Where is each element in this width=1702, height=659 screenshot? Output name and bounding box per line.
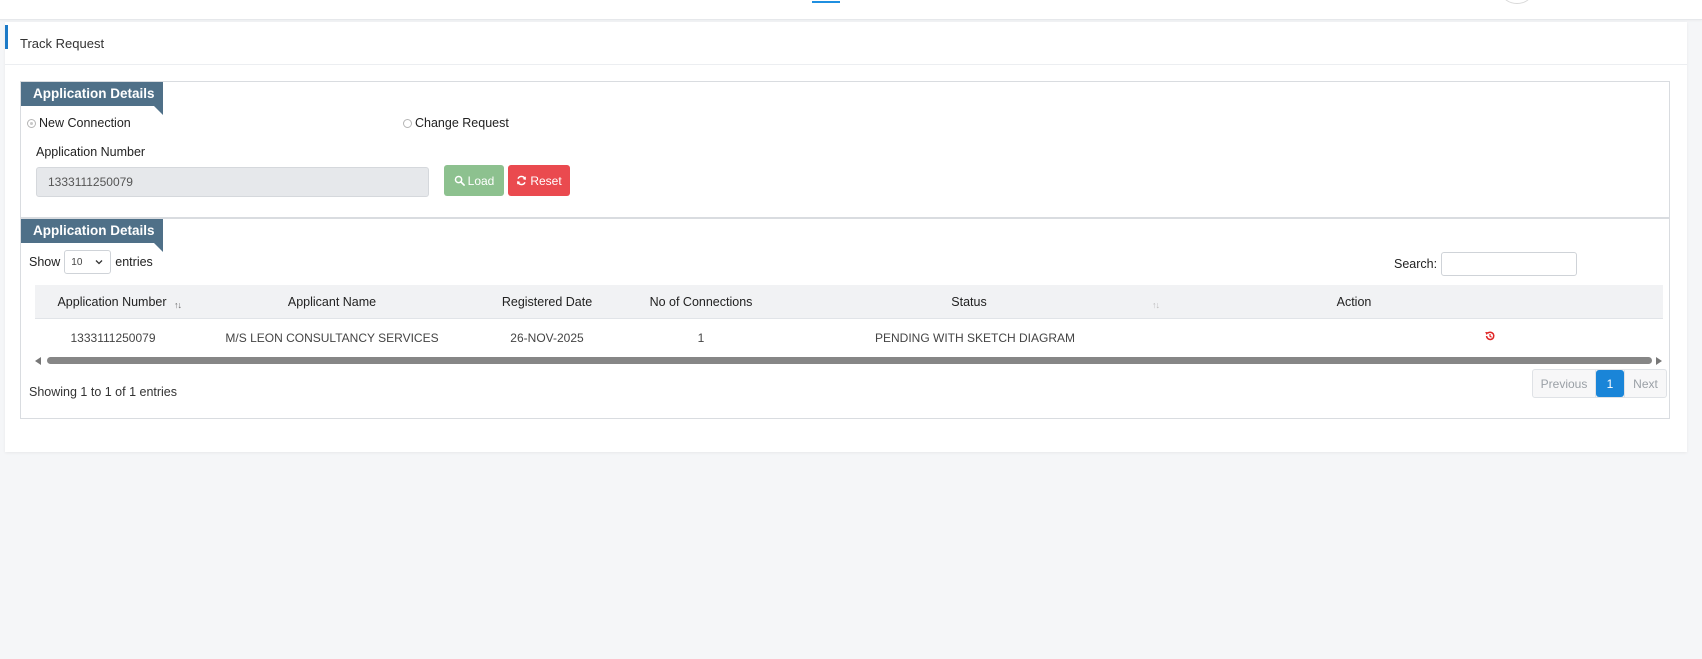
cell-applicant-name: M/S LEON CONSULTANCY SERVICES bbox=[225, 331, 439, 345]
application-results-section: Application Details Show 10 entries Sear… bbox=[20, 218, 1670, 419]
radio-label: Change Request bbox=[415, 116, 509, 130]
top-header bbox=[0, 0, 1702, 20]
radio-change-request[interactable]: Change Request bbox=[403, 116, 509, 130]
column-header-status[interactable]: Status bbox=[951, 295, 986, 309]
section-ribbon-search: Application Details bbox=[21, 82, 163, 115]
cell-status: PENDING WITH SKETCH DIAGRAM bbox=[874, 331, 1076, 345]
radio-indicator bbox=[403, 118, 412, 128]
search-icon bbox=[454, 175, 465, 186]
undo-history-icon[interactable] bbox=[1484, 330, 1496, 342]
application-number-input[interactable]: 1333111250079 bbox=[36, 167, 429, 197]
scrollbar-thumb[interactable] bbox=[47, 357, 1652, 364]
user-avatar[interactable] bbox=[1502, 0, 1532, 4]
chevron-down-icon bbox=[95, 260, 103, 265]
column-header-registered-date[interactable]: Registered Date bbox=[502, 295, 592, 309]
sort-both-icon[interactable]: ↑↓ bbox=[1152, 300, 1160, 310]
page-length-value: 10 bbox=[71, 256, 83, 268]
scroll-left-arrow-icon[interactable] bbox=[35, 357, 41, 365]
entries-label: entries bbox=[115, 255, 153, 269]
search-label: Search: bbox=[1394, 257, 1438, 271]
track-request-card: Track Request Application Details New Co… bbox=[5, 22, 1687, 452]
column-header-applicant-name[interactable]: Applicant Name bbox=[288, 295, 376, 309]
application-search-section: Application Details New Connection Chang… bbox=[20, 81, 1670, 218]
pagination-next[interactable]: Next bbox=[1624, 370, 1666, 397]
card-header: Track Request bbox=[5, 22, 1687, 65]
refresh-icon bbox=[517, 175, 527, 186]
pagination-previous[interactable]: Previous bbox=[1533, 370, 1596, 397]
page-title: Track Request bbox=[20, 36, 105, 51]
logo[interactable] bbox=[812, 0, 840, 3]
pagination-page-1[interactable]: 1 bbox=[1596, 370, 1624, 397]
sort-asc-icon[interactable]: ↑↓ bbox=[174, 300, 182, 310]
page-length-control: Show 10 entries bbox=[29, 250, 153, 274]
horizontal-scrollbar[interactable] bbox=[47, 356, 1653, 365]
header-accent-bar bbox=[5, 25, 8, 49]
search-input[interactable] bbox=[1441, 252, 1577, 276]
cell-connections: 1 bbox=[697, 331, 705, 345]
section-ribbon-results: Application Details bbox=[21, 219, 163, 252]
table-info: Showing 1 to 1 of 1 entries bbox=[29, 385, 178, 399]
load-button[interactable]: Load bbox=[444, 165, 504, 196]
cell-application-number: 1333111250079 bbox=[70, 331, 156, 345]
reset-button[interactable]: Reset bbox=[508, 165, 570, 196]
table-header: Application Number ↑↓ Applicant Name Reg… bbox=[35, 285, 1663, 319]
radio-label: New Connection bbox=[39, 116, 131, 130]
pagination: Previous 1 Next bbox=[1532, 369, 1667, 398]
application-number-label: Application Number bbox=[36, 145, 146, 159]
radio-indicator bbox=[27, 118, 36, 128]
radio-new-connection[interactable]: New Connection bbox=[27, 116, 131, 130]
column-header-application-number[interactable]: Application Number bbox=[57, 295, 166, 309]
show-label: Show bbox=[29, 255, 61, 269]
table-row: 1333111250079 M/S LEON CONSULTANCY SERVI… bbox=[35, 319, 1663, 356]
reset-button-label: Reset bbox=[530, 173, 562, 188]
scroll-right-arrow-icon[interactable] bbox=[1656, 357, 1662, 365]
cell-registered-date: 26-NOV-2025 bbox=[510, 331, 584, 345]
load-button-label: Load bbox=[467, 173, 495, 188]
page-length-select[interactable]: 10 bbox=[64, 250, 112, 274]
column-header-connections[interactable]: No of Connections bbox=[650, 295, 753, 309]
column-header-action: Action bbox=[1336, 295, 1372, 309]
